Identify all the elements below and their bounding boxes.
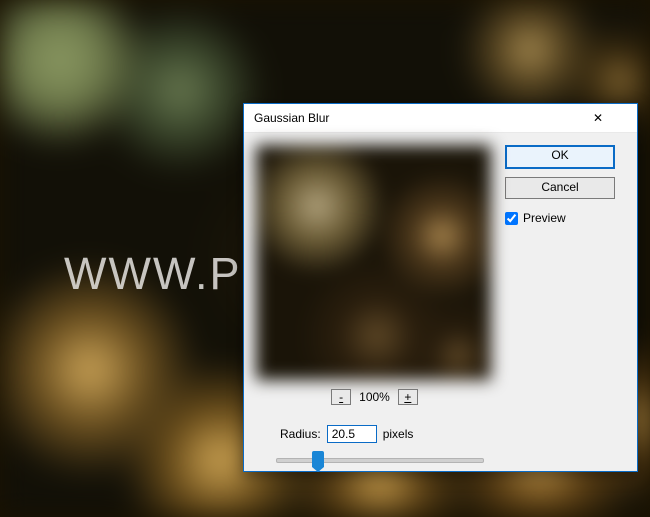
radius-slider[interactable]: [276, 451, 484, 469]
slider-thumb[interactable]: [312, 451, 324, 467]
dialog-title: Gaussian Blur: [254, 111, 593, 125]
preview-checkbox-row[interactable]: Preview: [505, 211, 615, 225]
radius-row: Radius: pixels: [280, 425, 413, 443]
zoom-in-button[interactable]: +: [398, 389, 418, 405]
preview-thumbnail[interactable]: [256, 145, 491, 380]
cancel-button[interactable]: Cancel: [505, 177, 615, 199]
ok-button[interactable]: OK: [505, 145, 615, 169]
close-icon: ✕: [593, 111, 637, 125]
gaussian-blur-dialog: Gaussian Blur ✕ OK Cancel Preview - 100%…: [243, 103, 638, 472]
dialog-titlebar[interactable]: Gaussian Blur ✕: [244, 104, 637, 133]
preview-checkbox-label: Preview: [523, 211, 566, 225]
close-button[interactable]: ✕: [593, 104, 637, 132]
radius-input[interactable]: [327, 425, 377, 443]
zoom-controls: - 100% +: [256, 388, 493, 406]
preview-checkbox[interactable]: [505, 212, 518, 225]
zoom-level: 100%: [359, 390, 390, 404]
radius-unit: pixels: [383, 427, 414, 441]
radius-label: Radius:: [280, 427, 321, 441]
zoom-out-button[interactable]: -: [331, 389, 351, 405]
slider-track: [276, 458, 484, 463]
